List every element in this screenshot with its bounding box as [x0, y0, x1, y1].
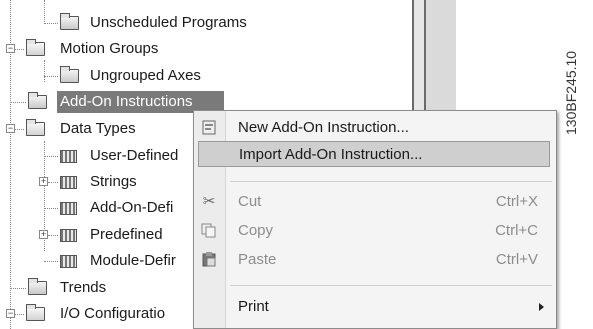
folder-icon [28, 278, 47, 295]
menu-item-label: New Add-On Instruction... [238, 119, 409, 136]
tree-item-label: User-Defined [90, 147, 179, 164]
folder-icon [60, 66, 79, 83]
svg-text:130BF245.10: 130BF245.10 [563, 51, 579, 135]
folder-icon [60, 13, 79, 30]
tree-item-label: Ungrouped Axes [90, 67, 201, 84]
menu-item-import-add-on-instruction[interactable]: Import Add-On Instruction... [198, 141, 550, 167]
collapse-icon[interactable]: − [6, 44, 15, 53]
menu-item-shortcut: Ctrl+C [495, 222, 538, 239]
submenu-arrow-icon [539, 303, 544, 311]
figure-id-label: 130BF245.10 [563, 51, 579, 135]
menu-item-label: Copy [238, 222, 274, 239]
context-menu: New Add-On Instruction... Import Add-On … [193, 110, 557, 329]
tree-item-label: I/O Configuratio [60, 305, 166, 322]
collapse-icon[interactable]: − [6, 309, 15, 318]
tree-item-motion-groups[interactable]: − Motion Groups [0, 38, 400, 60]
menu-item-shortcut: Ctrl+X [495, 193, 538, 210]
data-type-icon [60, 229, 77, 242]
scissors-icon: ✂ [202, 193, 216, 210]
copy-icon [200, 223, 218, 239]
clipboard-icon [200, 252, 218, 268]
menu-item-copy[interactable]: Copy Ctrl+C [194, 218, 556, 244]
menu-item-cut[interactable]: ✂ Cut Ctrl+X [194, 189, 556, 215]
menu-item-label: Import Add-On Instruction... [239, 146, 423, 163]
new-document-icon [200, 120, 218, 136]
folder-open-icon [26, 304, 45, 321]
menu-item-shortcut: Ctrl+V [495, 251, 538, 268]
data-type-icon [60, 202, 77, 215]
data-type-icon [60, 150, 77, 163]
tree-item-label: Unscheduled Programs [90, 14, 247, 31]
menu-item-label: Paste [238, 251, 277, 268]
tree-item-label: Add-On Instructions [60, 93, 193, 110]
menu-item-label: Print [238, 298, 269, 315]
tree-item-unscheduled-programs[interactable]: Unscheduled Programs [0, 12, 400, 34]
tree-item-label: Trends [60, 279, 107, 296]
folder-open-icon [26, 119, 45, 136]
menu-item-label: Cut [238, 193, 262, 210]
menu-separator [230, 285, 552, 286]
folder-open-icon [26, 39, 45, 56]
tree-item-label: Predefined [90, 226, 163, 243]
expand-icon[interactable]: + [39, 177, 48, 186]
tree-item-ungrouped-axes[interactable]: Ungrouped Axes [0, 65, 400, 87]
data-type-icon [60, 176, 77, 189]
menu-separator [230, 181, 552, 182]
collapse-icon[interactable]: − [6, 124, 15, 133]
tree-item-label: Strings [90, 173, 137, 190]
menu-item-print[interactable]: Print [194, 294, 556, 320]
data-type-icon [60, 255, 77, 268]
tree-item-label: Add-On-Defi [90, 199, 174, 216]
expand-icon[interactable]: + [39, 230, 48, 239]
tree-item-label: Module-Defir [90, 252, 176, 269]
folder-icon [28, 92, 47, 109]
tree-item-label: Data Types [60, 120, 136, 137]
menu-item-paste[interactable]: Paste Ctrl+V [194, 247, 556, 273]
tree-item-label: Motion Groups [60, 40, 159, 57]
menu-item-new-add-on-instruction[interactable]: New Add-On Instruction... [194, 115, 556, 141]
